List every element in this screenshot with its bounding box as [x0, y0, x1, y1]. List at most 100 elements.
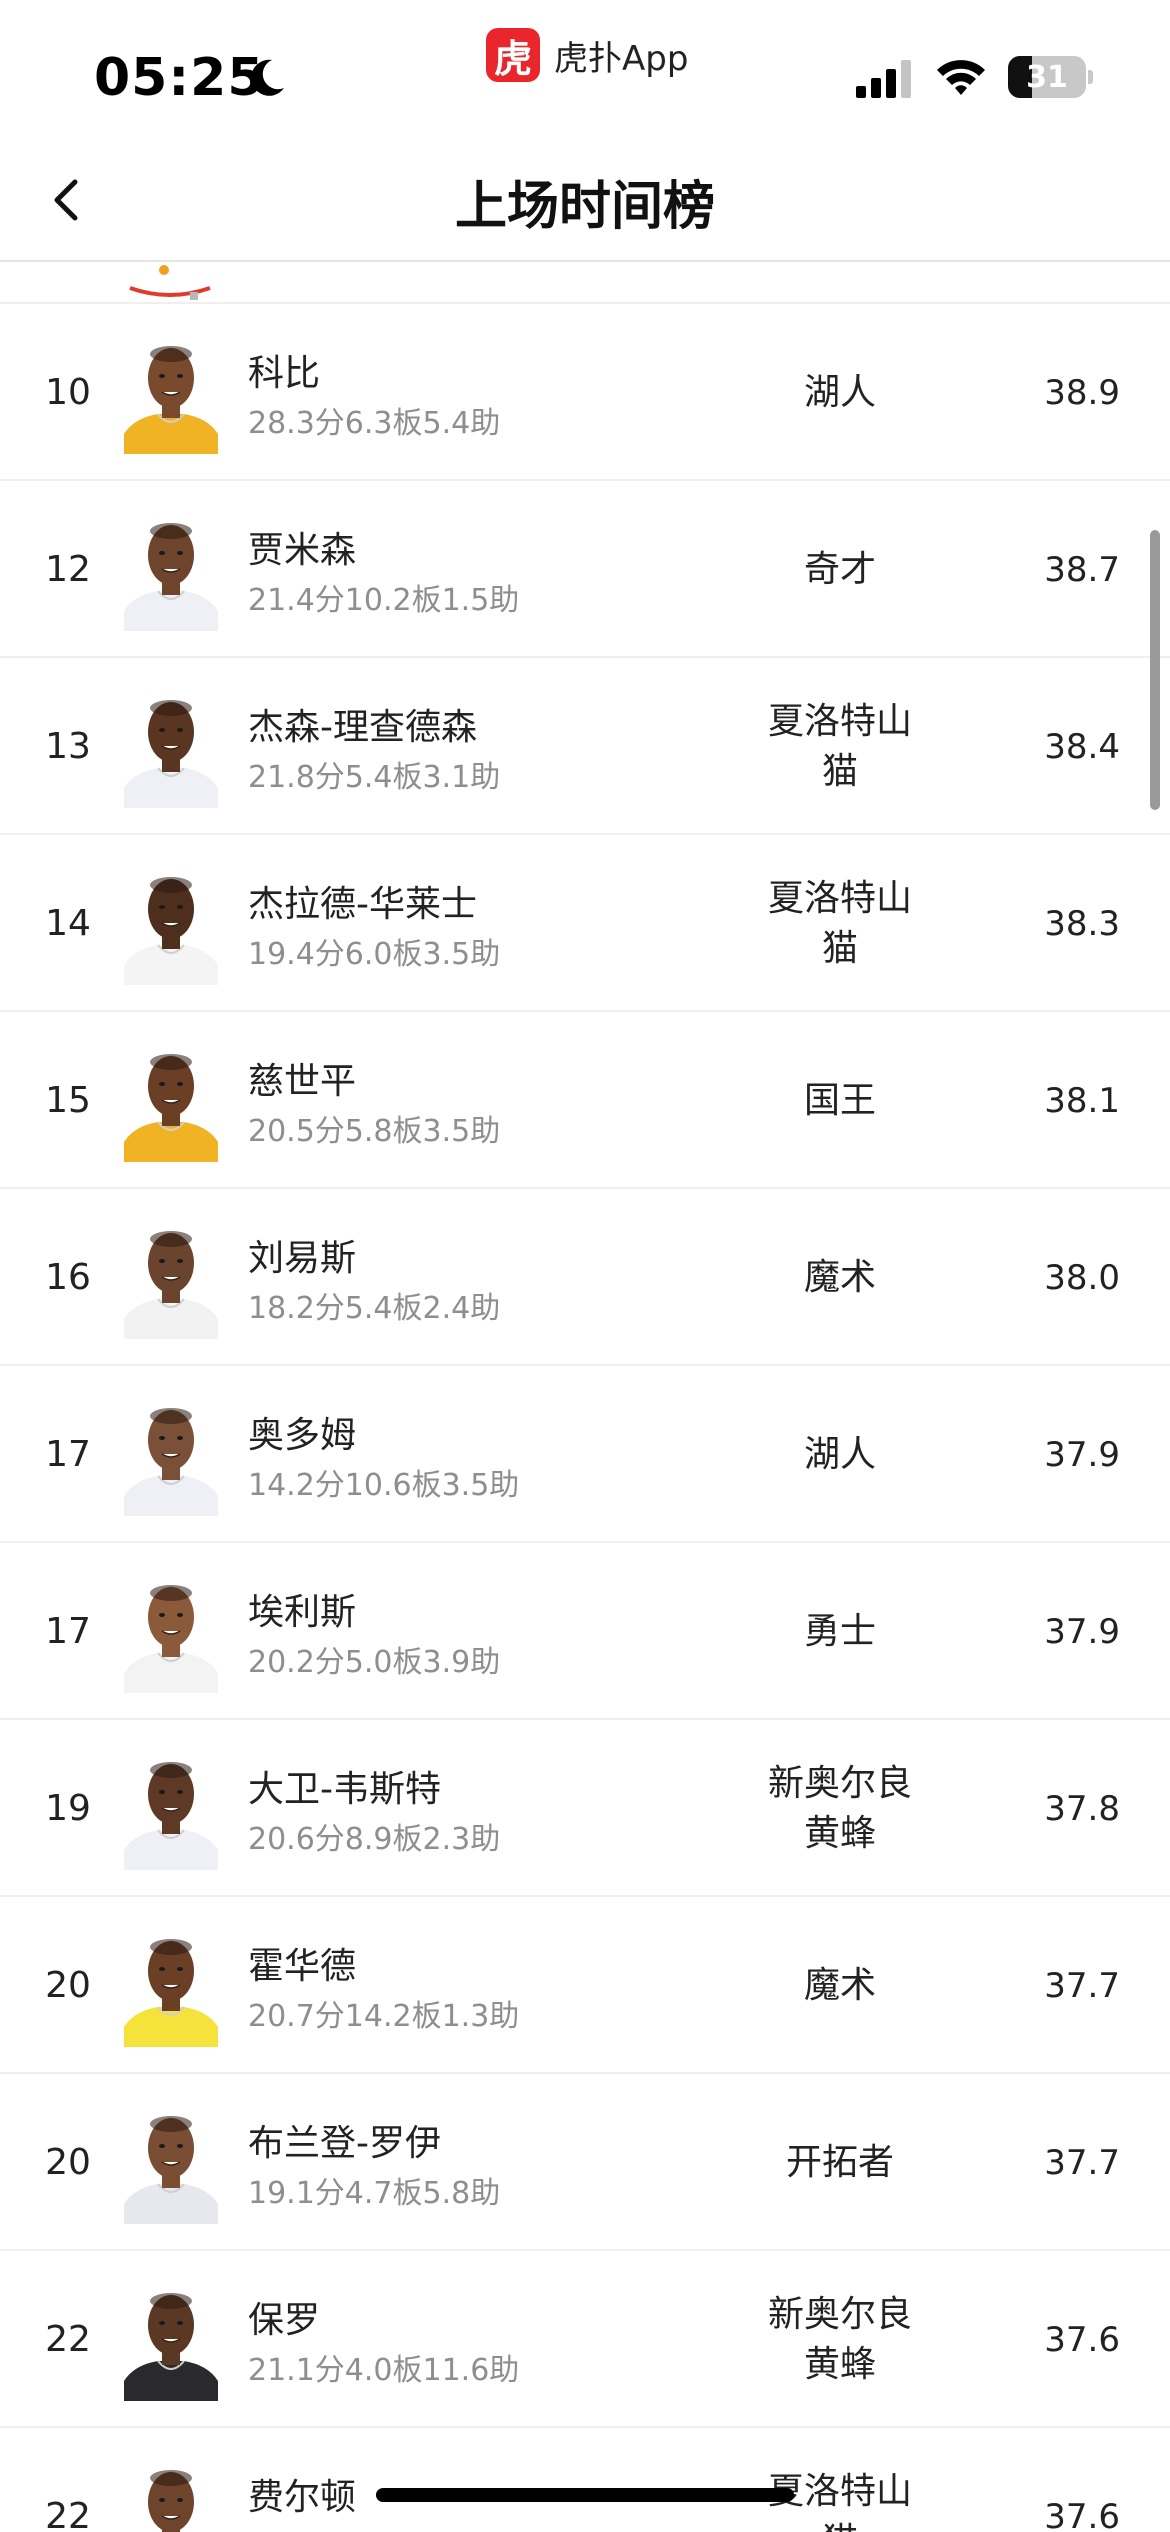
player-avatar	[124, 334, 218, 454]
app-logo-icon: 虎	[486, 28, 540, 82]
player-rank: 19	[45, 1788, 91, 1829]
page-title: 上场时间榜	[454, 177, 715, 237]
player-name: 奥多姆	[248, 1415, 357, 1456]
partial-avatar	[124, 264, 216, 302]
player-row[interactable]: 14 杰拉德-华莱士 19.4分6.0板3.5助 夏洛特山猫 38.3	[0, 833, 1170, 1010]
player-row[interactable]: 17 奥多姆 14.2分10.6板3.5助 湖人 37.9	[0, 1364, 1170, 1541]
player-minutes: 37.6	[1044, 2496, 1120, 2532]
nav-bar: 上场时间榜	[0, 140, 1170, 262]
status-time: 05:25	[94, 48, 265, 108]
player-team: 湖人	[730, 304, 950, 481]
ranking-list[interactable]: 10 科比 28.3分6.3板5.4助 湖人 38.9 12 贾米森 21.4分10.2板1.…	[0, 264, 1170, 2532]
player-team: 开拓者	[730, 2074, 950, 2251]
player-name: 慈世平	[248, 1061, 357, 1102]
player-avatar	[124, 1927, 218, 2047]
player-name: 费尔顿	[248, 2477, 357, 2518]
player-rank: 12	[45, 549, 91, 590]
player-team: 奇才	[730, 481, 950, 658]
battery-percent: 31	[1026, 59, 1068, 95]
player-stats: 21.1分4.0板11.6助	[248, 2353, 520, 2388]
player-team-label: 国王	[803, 1079, 876, 1121]
player-minutes: 38.1	[1044, 1080, 1120, 1121]
player-minutes: 38.9	[1044, 372, 1120, 413]
player-team-label: 开拓者	[785, 2141, 894, 2183]
player-team: 国王	[730, 1012, 950, 1189]
player-name: 保罗	[248, 2300, 321, 2341]
player-avatar	[124, 2458, 218, 2532]
player-minutes: 38.4	[1044, 726, 1120, 767]
signal-icon	[856, 60, 911, 98]
moon-icon	[251, 59, 284, 96]
player-team: 新奥尔良黄蜂	[730, 2251, 950, 2428]
player-stats: 18.2分5.4板2.4助	[248, 1291, 501, 1326]
player-stats: 14.2分10.6板3.5助	[248, 1468, 520, 1503]
player-row[interactable]: 13 杰森-理查德森 21.8分5.4板3.1助 夏洛特山猫 38.4	[0, 656, 1170, 833]
player-avatar	[124, 2281, 218, 2401]
player-stats: 19.1分4.7板5.8助	[248, 2176, 501, 2211]
player-minutes: 38.3	[1044, 903, 1120, 944]
player-team-label: 夏洛特山猫	[767, 700, 912, 792]
player-team: 魔术	[730, 1897, 950, 2074]
player-team: 勇士	[730, 1543, 950, 1720]
player-team-label: 魔术	[803, 1256, 876, 1298]
player-row[interactable]: 10 科比 28.3分6.3板5.4助 湖人 38.9	[0, 302, 1170, 479]
player-row[interactable]: 22 费尔顿 夏洛特山猫 37.6	[0, 2426, 1170, 2532]
player-name: 布兰登-罗伊	[248, 2123, 441, 2164]
player-row[interactable]: 17 埃利斯 20.2分5.0板3.9助 勇士 37.9	[0, 1541, 1170, 1718]
player-team: 新奥尔良黄蜂	[730, 1720, 950, 1897]
player-avatar	[124, 1573, 218, 1693]
player-minutes: 37.9	[1044, 1611, 1120, 1652]
player-stats: 20.5分5.8板3.5助	[248, 1114, 501, 1149]
player-avatar	[124, 1396, 218, 1516]
player-team: 夏洛特山猫	[730, 835, 950, 1012]
player-team-label: 新奥尔良黄蜂	[767, 1762, 912, 1854]
player-row[interactable]: 19 大卫-韦斯特 20.6分8.9板2.3助 新奥尔良黄蜂 37.8	[0, 1718, 1170, 1895]
player-team: 湖人	[730, 1366, 950, 1543]
player-minutes: 37.8	[1044, 1788, 1120, 1829]
player-avatar	[124, 865, 218, 985]
player-name: 贾米森	[248, 530, 357, 571]
player-name: 杰拉德-华莱士	[248, 884, 477, 925]
player-minutes: 38.0	[1044, 1257, 1120, 1298]
player-name: 刘易斯	[248, 1238, 357, 1279]
player-minutes: 37.7	[1044, 2142, 1120, 2183]
player-minutes: 38.7	[1044, 549, 1120, 590]
scrollbar[interactable]	[1150, 530, 1160, 810]
player-stats: 20.6分8.9板2.3助	[248, 1822, 501, 1857]
player-team: 夏洛特山猫	[730, 658, 950, 835]
player-name: 大卫-韦斯特	[248, 1769, 441, 1810]
player-rank: 22	[45, 2319, 91, 2360]
player-avatar	[124, 1219, 218, 1339]
player-row[interactable]: 20 布兰登-罗伊 19.1分4.7板5.8助 开拓者 37.7	[0, 2072, 1170, 2249]
player-stats: 20.2分5.0板3.9助	[248, 1645, 501, 1680]
player-rank: 15	[45, 1080, 91, 1121]
app-name: 虎扑App	[554, 38, 689, 79]
player-rank: 17	[45, 1611, 91, 1652]
player-name: 科比	[248, 353, 321, 394]
player-row[interactable]: 20 霍华德 20.7分14.2板1.3助 魔术 37.7	[0, 1895, 1170, 2072]
player-rank: 17	[45, 1434, 91, 1475]
player-rank: 22	[45, 2496, 91, 2532]
app-badge: 虎 虎扑App	[486, 26, 688, 84]
player-team-label: 湖人	[803, 371, 876, 413]
player-rank: 10	[45, 372, 91, 413]
status-bar: 05:25 虎 虎扑App 31	[0, 0, 1170, 140]
player-name: 杰森-理查德森	[248, 707, 477, 748]
player-team: 夏洛特山猫	[730, 2428, 950, 2532]
home-indicator[interactable]	[376, 2488, 794, 2502]
player-avatar	[124, 1042, 218, 1162]
battery-icon: 31	[1008, 56, 1093, 98]
player-rank: 20	[45, 1965, 91, 2006]
player-row[interactable]: 22 保罗 21.1分4.0板11.6助 新奥尔良黄蜂 37.6	[0, 2249, 1170, 2426]
player-team-label: 夏洛特山猫	[767, 877, 912, 969]
player-stats: 21.4分10.2板1.5助	[248, 583, 520, 618]
player-rank: 20	[45, 2142, 91, 2183]
player-avatar	[124, 688, 218, 808]
player-team-label: 湖人	[803, 1433, 876, 1475]
player-name: 霍华德	[248, 1946, 357, 1987]
player-avatar	[124, 511, 218, 631]
player-row[interactable]: 15 慈世平 20.5分5.8板3.5助 国王 38.1	[0, 1010, 1170, 1187]
player-stats: 20.7分14.2板1.3助	[248, 1999, 520, 2034]
player-row[interactable]: 16 刘易斯 18.2分5.4板2.4助 魔术 38.0	[0, 1187, 1170, 1364]
player-row[interactable]: 12 贾米森 21.4分10.2板1.5助 奇才 38.7	[0, 479, 1170, 656]
